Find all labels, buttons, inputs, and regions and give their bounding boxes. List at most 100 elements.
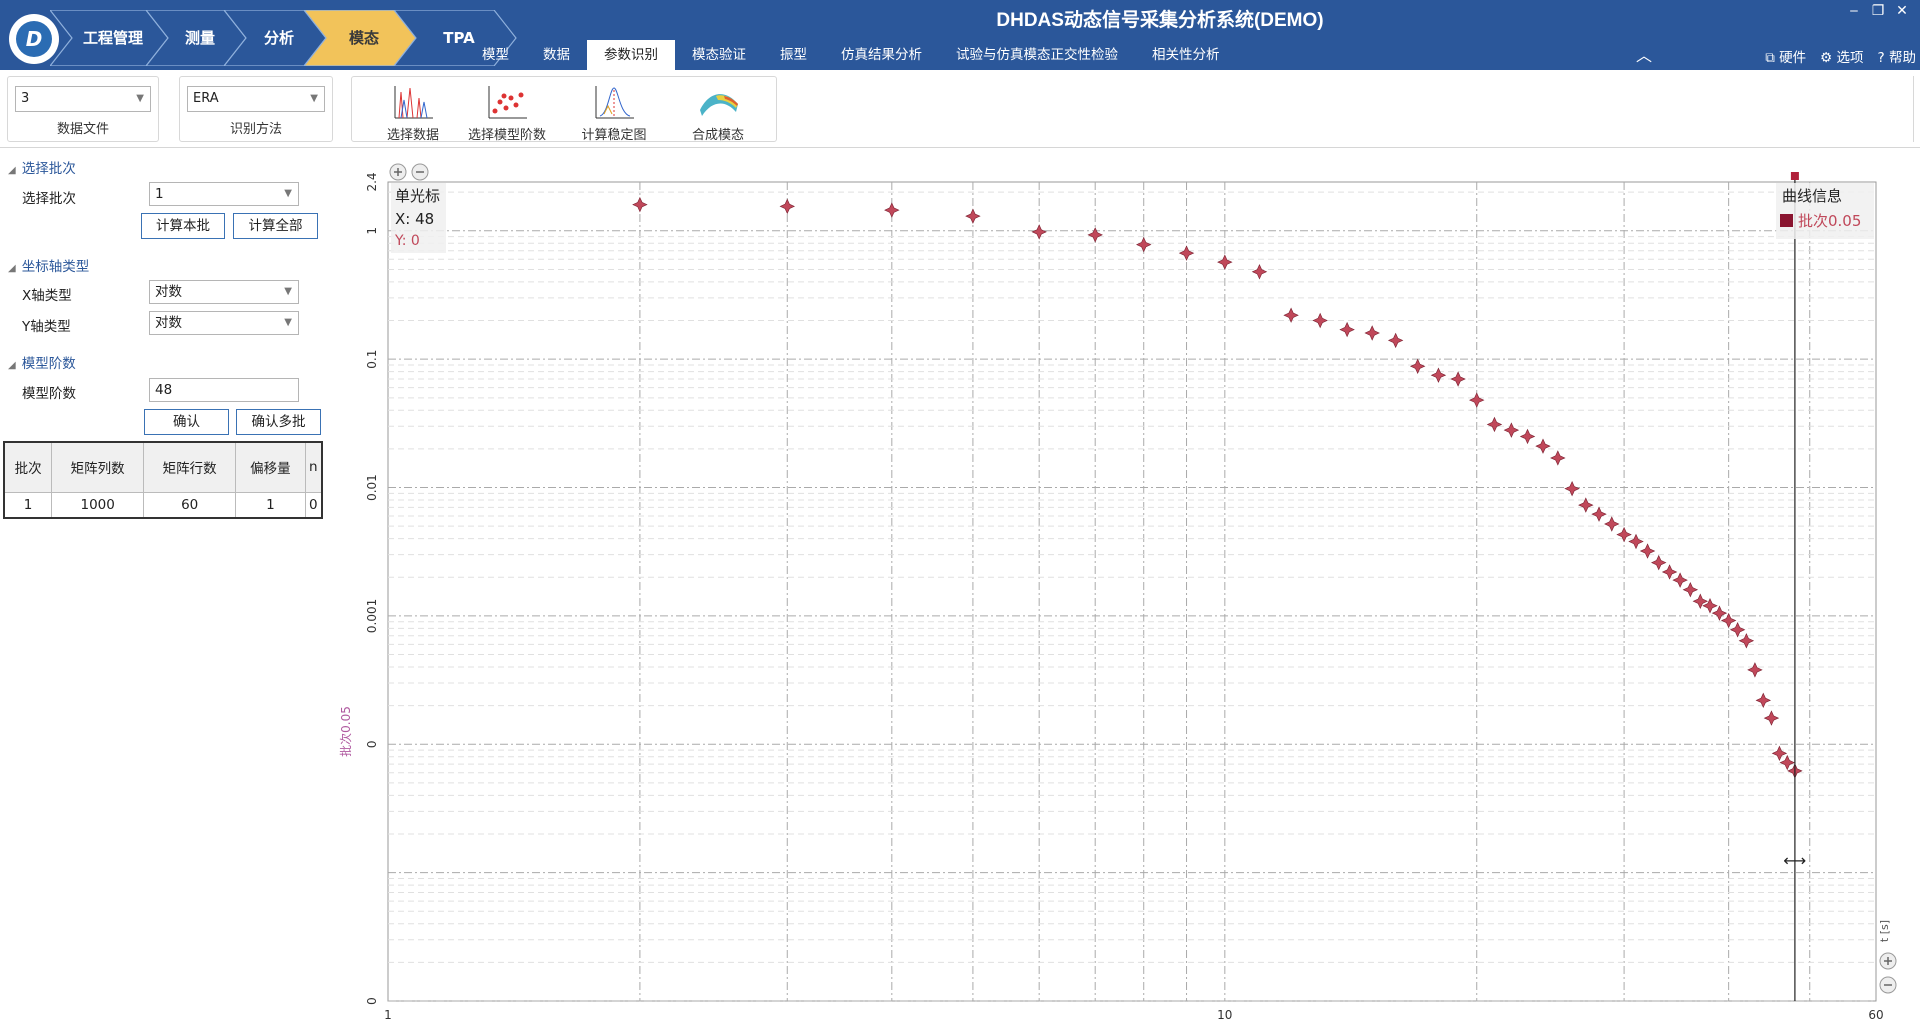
col-header: n [304,441,323,493]
tab-4[interactable]: 振型 [763,40,824,70]
table-row[interactable]: 1 1000 60 1 0 [3,491,323,519]
col-header: 批次 [3,441,53,493]
toolbar-divider [1913,76,1914,142]
select-model-order-button[interactable]: 选择模型阶数 [448,79,566,143]
col-header: 矩阵列数 [51,441,145,493]
collapse-triangle-icon: ◢ [8,165,16,176]
hardware-button[interactable]: ⧉ 硬件 [1765,46,1806,66]
batch-table: 批次 矩阵列数 矩阵行数 偏移量 n 1 1000 60 1 0 [3,441,323,519]
cursor-x-readout: X: 48 [395,210,434,228]
toolbar: 3 ▼ 数据文件 ERA ▼ 识别方法 选择数据 选择模型阶数 计算稳定图 合成模态 [0,70,1920,148]
stability-chart-button[interactable]: 计算稳定图 [564,79,664,143]
x-axis-type-label: X轴类型 [22,288,72,304]
y-tick-label: 0.001 [365,599,379,633]
legend-swatch [1780,214,1793,227]
table-cell: 1 [3,491,53,519]
select-data-icon [394,86,433,119]
legend-entry: 批次0.05 [1798,212,1861,230]
stability-chart-icon [595,86,634,119]
model-order-label: 模型阶数 [22,386,76,402]
y-axis-type-label: Y轴类型 [22,319,71,335]
tab-7[interactable]: 相关性分析 [1135,40,1237,70]
col-header: 矩阵行数 [143,441,237,493]
logo-icon: D [16,21,52,57]
data-file-select[interactable]: 3 ▼ [15,86,151,112]
batch-label: 选择批次 [22,191,76,207]
calc-this-batch-button[interactable]: 计算本批 [141,213,225,239]
collapse-triangle-icon: ◢ [8,263,16,274]
y-tick-label: 0 [365,997,379,1005]
synthesize-mode-icon [700,94,738,116]
chevron-down-icon: ▼ [136,93,144,104]
y-tick-label: 0.01 [365,474,379,501]
help-button[interactable]: ? 帮助 [1878,46,1916,66]
y-axis-label: 批次0.05 [338,706,353,757]
options-button[interactable]: ⚙ 选项 [1820,46,1863,66]
table-cell: 60 [143,491,237,519]
chart-area[interactable]: 2.4 1 0.1 0.01 0.001 0 0 1 10 60 批次0.05 t [s] ⟷ 单光标 X:… [330,149,1920,1028]
tab-1[interactable]: 数据 [526,40,587,70]
y-tick-label: 0.1 [365,350,379,369]
calc-all-button[interactable]: 计算全部 [233,213,318,239]
table-cell: 1 [235,491,306,519]
section-model-order[interactable]: ◢ 模型阶数 [8,352,76,372]
collapse-ribbon-icon[interactable]: ︿ [1636,42,1652,66]
cursor-title: 单光标 [395,187,440,205]
title-bar: D 工程管理 测量 分析 模态 TPA DHDAS动态信号采集分析系统(DEMO) ‒ … [0,0,1920,70]
method-select[interactable]: ERA ▼ [187,86,325,112]
y-tick-label: 0 [365,740,379,748]
close-icon[interactable]: ✕ [1894,3,1910,19]
method-group: ERA ▼ 识别方法 [179,76,333,142]
section-select-batch[interactable]: ◢ 选择批次 [8,157,76,177]
tab-3[interactable]: 模态验证 [675,40,763,70]
confirm-button[interactable]: 确认 [144,409,229,435]
x-tick-label: 10 [1217,1008,1232,1022]
data-file-group: 3 ▼ 数据文件 [7,76,159,142]
tab-2[interactable]: 参数识别 [587,40,675,70]
chevron-down-icon: ▼ [310,93,318,104]
synthesize-mode-button[interactable]: 合成模态 [668,79,768,143]
batch-select[interactable]: 1 ▼ [149,182,299,206]
table-cell: 0 [304,491,323,519]
window-controls: ‒ ❐ ✕ [1846,3,1910,19]
ribbon-tabs: 模型 数据 参数识别 模态验证 振型 仿真结果分析 试验与仿真模态正交性检验 相关性分析 [465,40,1237,70]
cursor-drag-icon: ⟷ [1783,851,1806,870]
tool-buttons-group: 选择数据 选择模型阶数 计算稳定图 合成模态 [351,76,777,143]
x-axis-type-select[interactable]: 对数 ▼ [149,280,299,304]
tab-0[interactable]: 模型 [465,40,526,70]
chevron-down-icon: ▼ [284,317,292,328]
collapse-triangle-icon: ◢ [8,360,16,371]
model-order-input[interactable]: 48 [149,378,299,402]
minimize-icon[interactable]: ‒ [1846,3,1862,19]
confirm-multi-button[interactable]: 确认多批 [236,409,321,435]
restore-icon[interactable]: ❐ [1870,3,1886,19]
y-axis-type-select[interactable]: 对数 ▼ [149,311,299,335]
left-panel: ◢ 选择批次 选择批次 1 ▼ 计算本批 计算全部 ◢ 坐标轴类型 X轴类型 对数 ▼ … [0,149,330,1028]
app-title: DHDAS动态信号采集分析系统(DEMO) [996,10,1324,31]
chevron-down-icon: ▼ [284,286,292,297]
table-header-row: 批次 矩阵列数 矩阵行数 偏移量 n [3,441,323,493]
y-tick-label: 2.4 [365,172,379,191]
legend-title: 曲线信息 [1782,187,1842,205]
x-tick-label: 1 [384,1008,392,1022]
method-label: 识别方法 [229,122,282,137]
table-cell: 1000 [51,491,145,519]
hardware-icon: ⧉ [1765,50,1775,66]
chevron-down-icon: ▼ [284,188,292,199]
y-tick-label: 1 [365,227,379,235]
cursor-handle [1790,172,1799,180]
tab-5[interactable]: 仿真结果分析 [824,40,939,70]
tab-6[interactable]: 试验与仿真模态正交性检验 [939,40,1135,70]
model-order-icon [488,86,527,119]
breadcrumb-label: 工程管理 [82,29,143,47]
right-actions: ⧉ 硬件 ⚙ 选项 ? 帮助 [1765,46,1916,66]
gear-icon: ⚙ [1820,50,1833,66]
x-axis-label: t [s] [1878,920,1891,942]
section-axis-type[interactable]: ◢ 坐标轴类型 [8,255,89,275]
data-file-label: 数据文件 [56,122,109,137]
x-tick-label: 60 [1868,1008,1883,1022]
stability-scatter-chart[interactable]: 2.410.10.010.001001 10 60批次0.05t [s]⟷单光标X:… [330,149,1920,1028]
help-icon: ? [1877,50,1885,66]
col-header: 偏移量 [235,441,306,493]
cursor-y-readout: Y: 0 [394,233,420,249]
